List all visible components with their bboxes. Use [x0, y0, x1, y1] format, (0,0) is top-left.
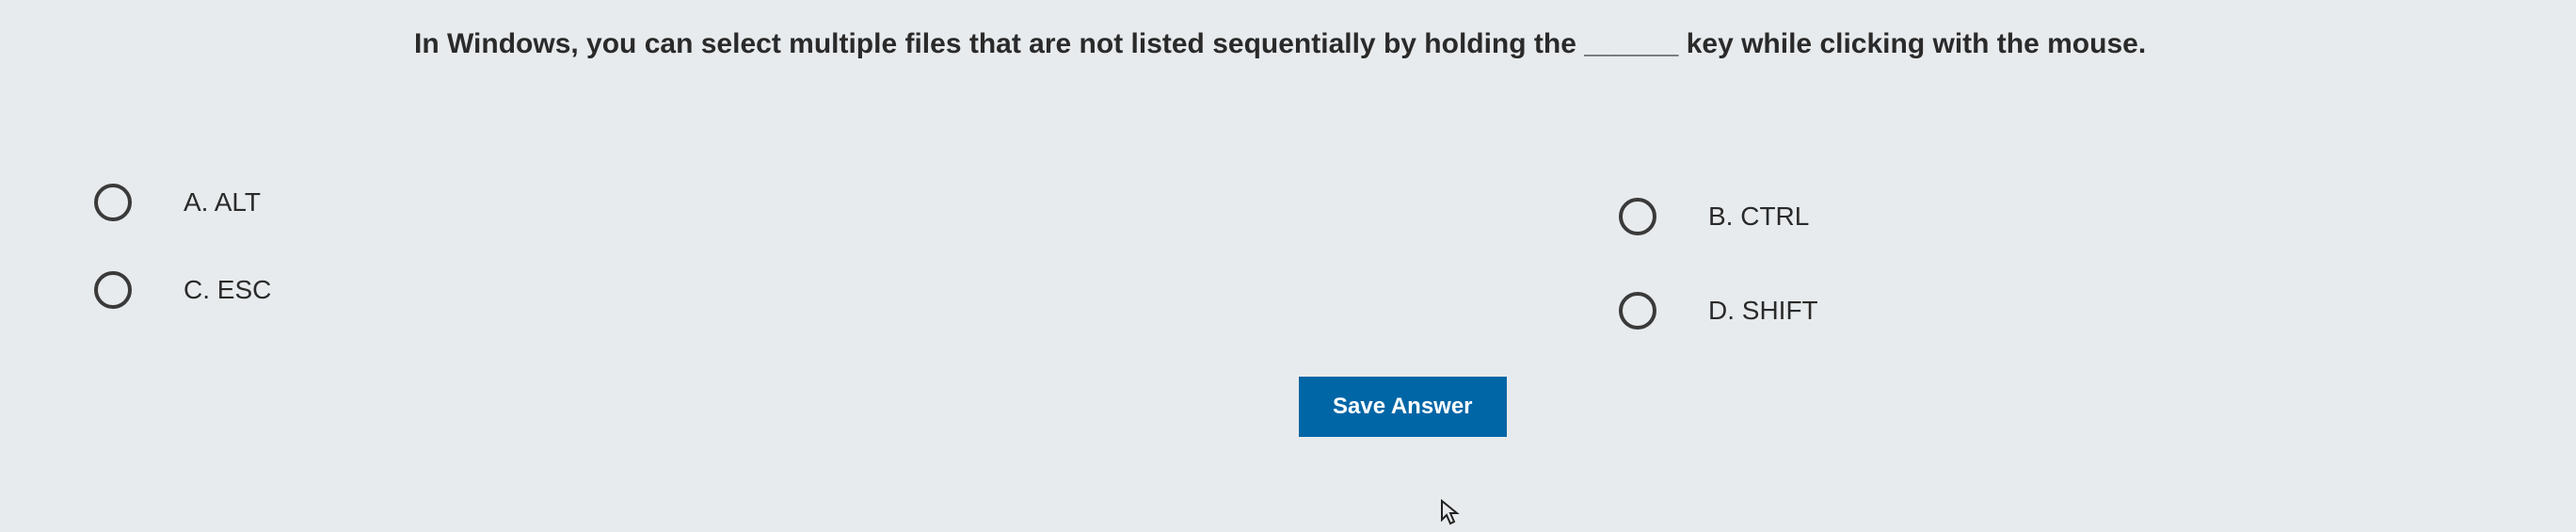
- option-b-label: B. CTRL: [1708, 202, 1809, 232]
- option-d[interactable]: D. SHIFT: [1619, 292, 1818, 330]
- option-c[interactable]: C. ESC: [94, 271, 271, 309]
- cursor-icon: [1440, 499, 1461, 532]
- option-a[interactable]: A. ALT: [94, 184, 261, 221]
- option-c-label: C. ESC: [184, 275, 271, 305]
- radio-a[interactable]: [94, 184, 132, 221]
- option-d-label: D. SHIFT: [1708, 296, 1818, 326]
- question-text: In Windows, you can select multiple file…: [414, 28, 2146, 60]
- radio-b[interactable]: [1619, 198, 1656, 235]
- save-answer-button[interactable]: Save Answer: [1299, 377, 1507, 437]
- option-b[interactable]: B. CTRL: [1619, 198, 1809, 235]
- radio-c[interactable]: [94, 271, 132, 309]
- radio-d[interactable]: [1619, 292, 1656, 330]
- option-a-label: A. ALT: [184, 187, 261, 218]
